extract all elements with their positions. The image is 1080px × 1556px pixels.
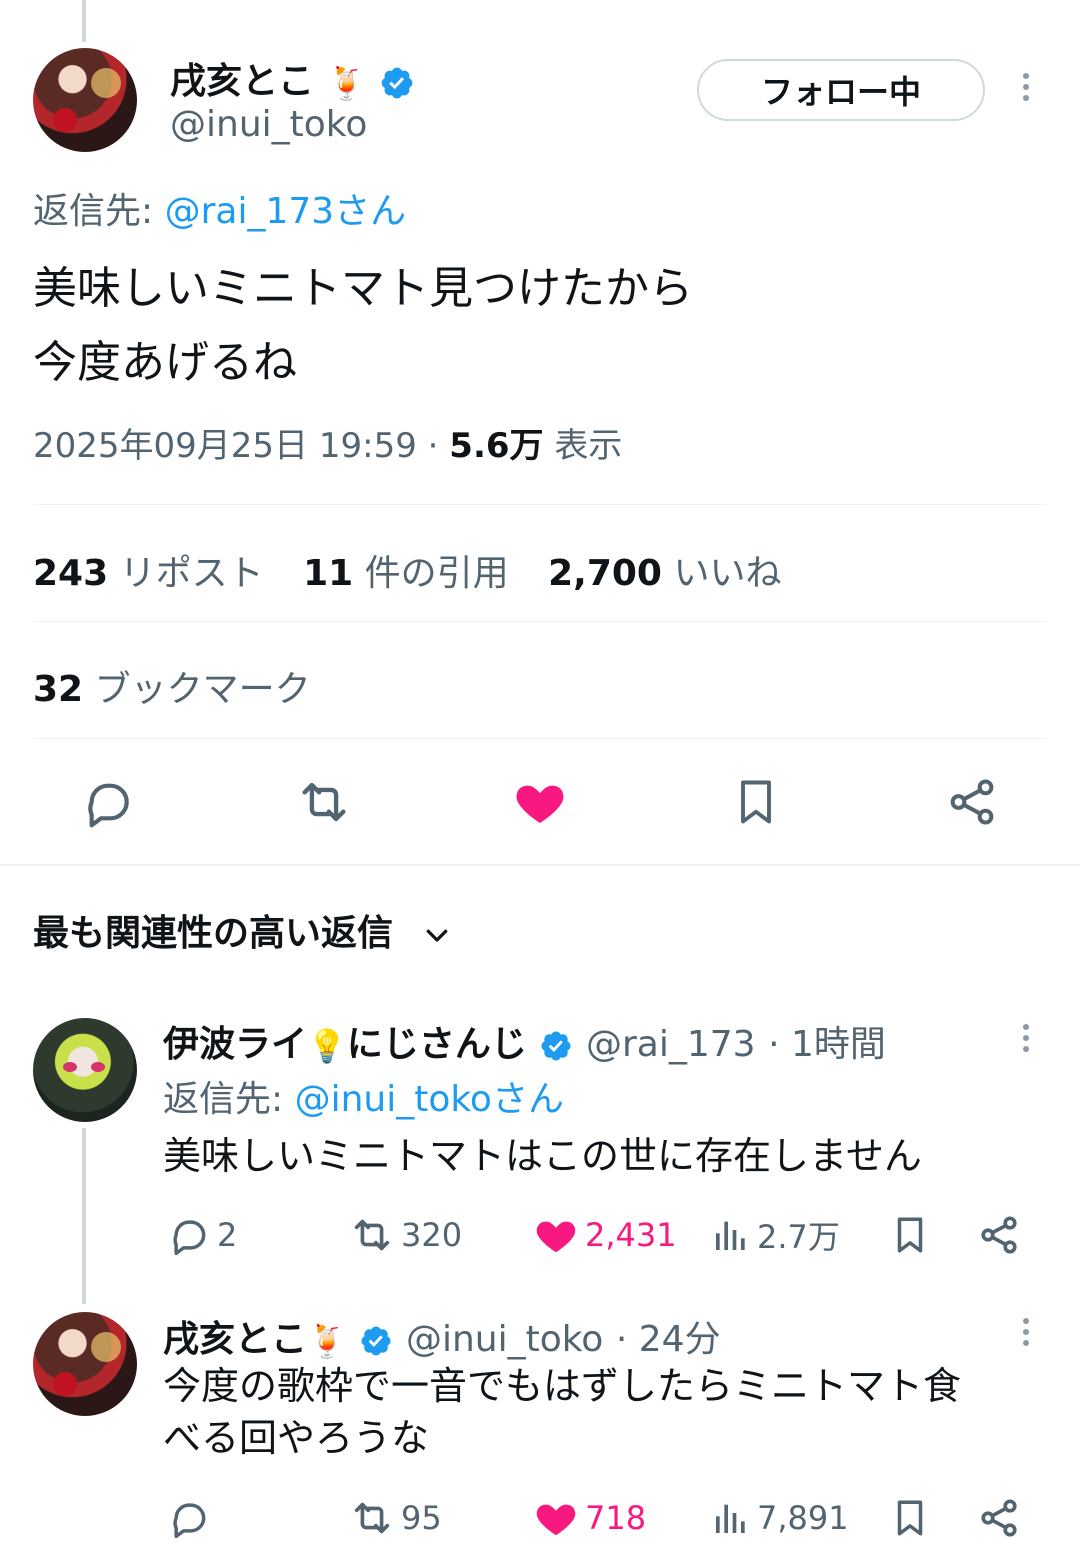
following-button[interactable]: フォロー中: [697, 59, 985, 121]
like-button[interactable]: 718: [533, 1490, 646, 1546]
reply-icon: [173, 1220, 206, 1256]
section-divider: [0, 864, 1080, 866]
bookmark-button[interactable]: [724, 770, 788, 834]
share-button[interactable]: [977, 1490, 1021, 1546]
reply-to-line: 返信先: @inui_tokoさん: [163, 1079, 564, 1120]
bookmark-icon: [897, 1217, 923, 1253]
reply-to-line: 返信先: @rai_173さん: [33, 191, 407, 232]
tweet-actions: [0, 770, 1080, 834]
reply-author-name[interactable]: 戌亥とこ🍹 @inui_toko · 24分: [163, 1310, 721, 1362]
reply-actions: 95 718 7,891: [163, 1490, 1050, 1546]
tropical-drink-icon: 🍹: [307, 1322, 347, 1360]
reply-actions: 2 320 2,431 2.7万: [163, 1207, 1050, 1263]
views-button[interactable]: 7,891: [711, 1490, 849, 1546]
share-icon: [981, 1216, 1017, 1254]
repost-icon: [354, 1219, 390, 1251]
reply-target-link[interactable]: @rai_173さん: [165, 191, 407, 232]
chevron-down-icon: [426, 929, 447, 942]
avatar[interactable]: [33, 1018, 137, 1122]
avatar[interactable]: [33, 48, 137, 152]
views-button[interactable]: 2.7万: [711, 1207, 840, 1263]
bookmark-icon: [741, 780, 771, 824]
like-button[interactable]: [508, 770, 572, 834]
author-handle[interactable]: @inui_toko: [170, 104, 367, 145]
likes-stat[interactable]: 2,700 いいね: [548, 553, 781, 594]
share-button[interactable]: [977, 1207, 1021, 1263]
tropical-drink-icon: 🍹: [326, 64, 367, 102]
heart-filled-icon: [536, 1221, 576, 1253]
share-icon: [981, 1499, 1017, 1537]
reply-handle[interactable]: @inui_toko: [406, 1319, 603, 1360]
repost-icon: [354, 1502, 390, 1534]
divider: [33, 621, 1047, 622]
repost-button[interactable]: [292, 770, 356, 834]
reply-author-name[interactable]: 伊波ライ💡にじさんじ @rai_173 · 1時間: [163, 1015, 886, 1067]
avatar[interactable]: [33, 1312, 137, 1416]
reply-time[interactable]: · 1時間: [768, 1024, 886, 1065]
views-count: 5.6万: [449, 426, 544, 466]
tweet-timestamp: 2025年09月25日 19:59 · 5.6万 表示: [33, 426, 623, 466]
repost-icon: [302, 782, 346, 822]
light-bulb-icon: 💡: [307, 1027, 347, 1065]
repost-button[interactable]: 320: [349, 1207, 462, 1263]
reply-icon: [173, 1503, 206, 1539]
bookmark-button[interactable]: [889, 1207, 931, 1263]
bookmark-icon: [897, 1500, 923, 1536]
author-name[interactable]: 戌亥とこ 🍹: [170, 52, 415, 104]
reply-time[interactable]: · 24分: [616, 1319, 721, 1360]
engagement-stats: 243 リポスト 11 件の引用 2,700 いいね: [33, 544, 809, 596]
reply-button[interactable]: 2: [167, 1207, 237, 1263]
like-button[interactable]: 2,431: [533, 1207, 677, 1263]
reply-handle[interactable]: @rai_173: [586, 1024, 756, 1065]
reply-text: 今度の歌枠で一音でもはずしたらミニトマト食 べる回やろうな: [163, 1364, 962, 1460]
bookmarks-stat[interactable]: 32 ブックマーク: [33, 660, 311, 712]
thread-line: [82, 1128, 86, 1304]
share-button[interactable]: [940, 770, 1004, 834]
divider: [33, 738, 1047, 739]
share-icon: [950, 779, 994, 825]
repost-button[interactable]: 95: [349, 1490, 442, 1546]
reply-icon: [88, 783, 129, 828]
timestamp-link[interactable]: 2025年09月25日 19:59: [33, 426, 417, 466]
more-options-icon[interactable]: [1014, 1318, 1038, 1346]
more-options-icon[interactable]: [1014, 1024, 1038, 1052]
analytics-icon: [716, 1504, 745, 1533]
heart-filled-icon: [536, 1504, 576, 1536]
more-options-icon[interactable]: [1014, 73, 1038, 101]
tweet-text: 美味しいミニトマト見つけたから 今度あげるね: [33, 263, 693, 388]
reply-button[interactable]: [167, 1490, 217, 1546]
divider: [33, 504, 1047, 505]
reply-button[interactable]: [76, 770, 140, 834]
verified-badge-icon: [381, 67, 413, 99]
heart-filled-icon: [516, 785, 564, 823]
reply-target-link[interactable]: @inui_tokoさん: [295, 1079, 564, 1120]
reposts-stat[interactable]: 243 リポスト: [33, 553, 264, 594]
reply-text: 美味しいミニトマトはこの世に存在しません: [163, 1134, 922, 1178]
verified-badge-icon: [361, 1326, 391, 1356]
analytics-icon: [716, 1221, 745, 1250]
thread-line: [82, 0, 86, 42]
verified-badge-icon: [541, 1031, 571, 1061]
replies-sort-dropdown[interactable]: 最も関連性の高い返信: [33, 904, 452, 956]
bookmark-button[interactable]: [889, 1490, 931, 1546]
quotes-stat[interactable]: 11 件の引用: [303, 553, 509, 594]
